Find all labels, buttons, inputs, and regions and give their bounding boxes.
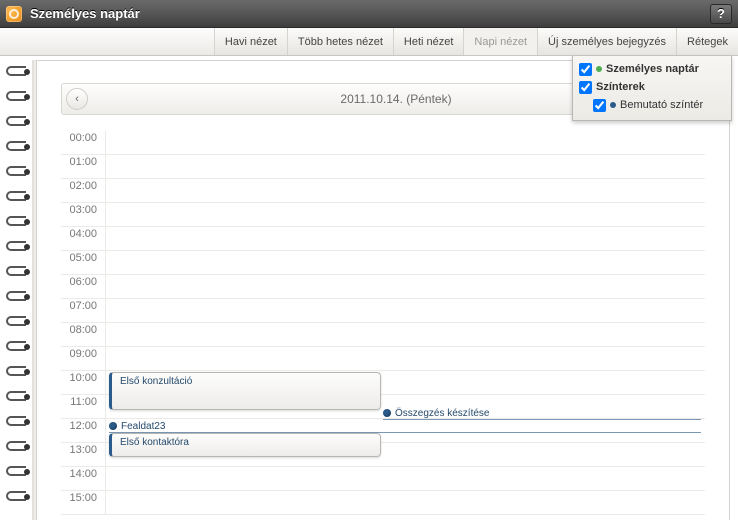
event-title: Fealdat23 [121,421,165,432]
tab-month-view[interactable]: Havi nézet [214,28,287,55]
color-dot-icon [610,102,616,108]
color-dot-icon [596,66,602,72]
hour-label: 08:00 [61,323,105,336]
hour-label: 03:00 [61,203,105,216]
layer-checkbox[interactable] [579,63,592,76]
hour-label: 04:00 [61,227,105,240]
prev-day-button[interactable]: ‹ [66,88,88,110]
hour-label: 10:00 [61,371,105,384]
layer-checkbox[interactable] [579,81,592,94]
title-bar: Személyes naptár ? [0,0,738,28]
view-toolbar: Havi nézet Több hetes nézet Heti nézet N… [0,28,738,56]
event-title: Első konzultáció [120,376,192,387]
layer-label: Színterek [596,81,645,93]
hour-label: 05:00 [61,251,105,264]
hour-label: 13:00 [61,443,105,456]
layer-checkbox[interactable] [593,99,606,112]
calendar-milestone[interactable]: Összegzés készítése [383,408,701,420]
hour-label: 09:00 [61,347,105,360]
app-icon [6,6,22,22]
hour-label: 15:00 [61,491,105,504]
hour-label: 00:00 [61,131,105,144]
tab-day-view[interactable]: Napi nézet [463,28,537,55]
event-title: Összegzés készítése [395,408,489,419]
hour-label: 14:00 [61,467,105,480]
hour-label: 02:00 [61,179,105,192]
layer-label: Személyes naptár [606,63,699,75]
layers-popup: Személyes naptár Színterek Bemutató szín… [572,56,732,121]
notebook-spiral [6,66,30,520]
hour-label: 12:00 [61,419,105,432]
layer-row-demo-scene[interactable]: Bemutató színtér [579,96,725,114]
tab-layers[interactable]: Rétegek [676,28,738,55]
hour-label: 01:00 [61,155,105,168]
tab-week-view[interactable]: Heti nézet [393,28,464,55]
help-button[interactable]: ? [710,4,732,24]
layer-label: Bemutató színtér [620,99,703,111]
calendar-sheet: ‹ 2011.10.14. (Péntek) 00:00 01:00 02:00… [36,60,730,520]
event-title: Első kontaktóra [120,437,189,448]
calendar-page: ‹ 2011.10.14. (Péntek) 00:00 01:00 02:00… [0,56,738,520]
layer-row-personal[interactable]: Személyes naptár [579,60,725,78]
hour-label: 06:00 [61,275,105,288]
hour-label: 11:00 [61,395,105,408]
day-grid[interactable]: 00:00 01:00 02:00 03:00 04:00 05:00 06:0… [61,131,705,520]
calendar-event[interactable]: Első kontaktóra [109,433,381,457]
layer-row-scenes[interactable]: Színterek [579,78,725,96]
app-title: Személyes naptár [30,6,140,21]
tab-multiweek-view[interactable]: Több hetes nézet [287,28,393,55]
tab-new-entry[interactable]: Új személyes bejegyzés [537,28,676,55]
calendar-event[interactable]: Első konzultáció [109,372,381,410]
hour-label: 07:00 [61,299,105,312]
calendar-milestone[interactable]: Fealdat23 [109,421,701,433]
